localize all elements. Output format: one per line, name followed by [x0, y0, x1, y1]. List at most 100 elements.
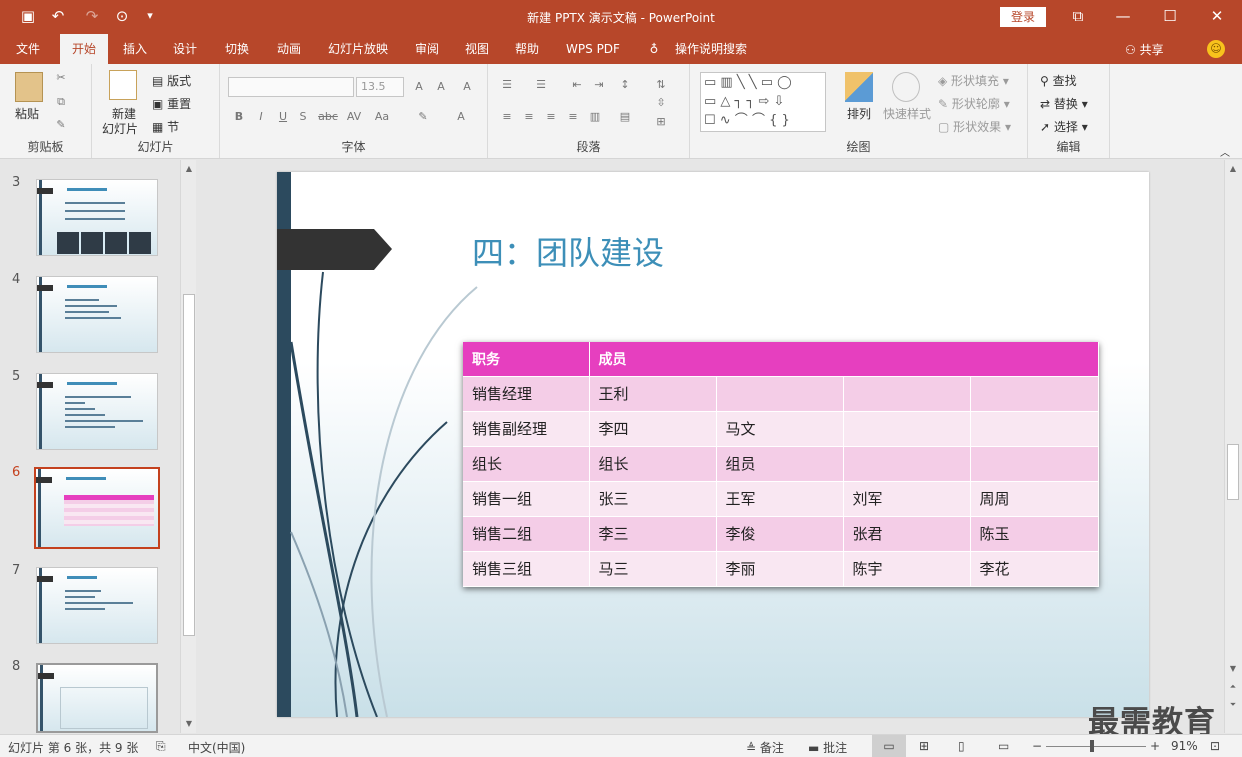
next-slide-icon[interactable]: ⏷ — [1226, 698, 1240, 712]
increase-indent-icon[interactable]: ⇥ — [592, 79, 606, 91]
tab-home[interactable]: 开始 — [60, 34, 108, 64]
copy-icon[interactable]: ⧉ — [54, 96, 68, 108]
new-slide-label-2[interactable]: 幻灯片 — [102, 120, 138, 137]
scroll-down-icon[interactable]: ▼ — [1226, 662, 1240, 676]
spellcheck-icon[interactable]: ⎘ — [156, 739, 166, 754]
scroll-up-icon[interactable]: ▲ — [182, 162, 196, 176]
align-left-icon[interactable]: ≡ — [500, 111, 514, 123]
paste-button[interactable]: 粘贴 — [15, 105, 39, 122]
scroll-up-icon[interactable]: ▲ — [1226, 162, 1240, 176]
tab-review[interactable]: 审阅 — [406, 34, 448, 64]
columns-icon[interactable]: ▤ — [618, 111, 632, 123]
table-cell[interactable]: 周周 — [970, 481, 1099, 517]
team-table[interactable]: 职务 成员 销售经理 王利 销售副经理 李四 马文 组长 组长 组员 销售一组 … — [463, 342, 1099, 587]
slide-thumbnail-6[interactable] — [34, 467, 160, 549]
tab-view[interactable]: 视图 — [456, 34, 498, 64]
tab-slideshow[interactable]: 幻灯片放映 — [320, 34, 396, 64]
reading-view-icon[interactable]: ▯ — [958, 739, 965, 753]
table-cell[interactable]: 陈玉 — [970, 516, 1099, 552]
font-color-icon[interactable]: A — [454, 111, 468, 123]
slide-thumbnail-7[interactable] — [36, 567, 158, 644]
table-cell[interactable] — [970, 376, 1099, 412]
reset-button[interactable]: ▣ 重置 — [152, 95, 191, 112]
table-cell[interactable] — [843, 376, 971, 412]
table-cell[interactable]: 销售副经理 — [463, 411, 590, 447]
table-cell[interactable]: 陈宇 — [843, 551, 971, 587]
quick-styles-button[interactable]: 快速样式 — [883, 105, 931, 122]
zoom-level[interactable]: 91% — [1171, 739, 1198, 753]
bullets-icon[interactable]: ☰ — [500, 79, 514, 91]
table-cell[interactable]: 张君 — [843, 516, 971, 552]
table-cell[interactable]: 马文 — [716, 411, 844, 447]
strikethrough-icon[interactable]: abc — [318, 111, 338, 123]
distribute-icon[interactable]: ▥ — [588, 111, 602, 123]
justify-icon[interactable]: ≡ — [566, 111, 580, 123]
align-right-icon[interactable]: ≡ — [544, 111, 558, 123]
grow-font-icon[interactable]: A — [412, 81, 426, 93]
table-cell[interactable] — [843, 446, 971, 482]
section-button[interactable]: ▦ 节 — [152, 118, 179, 135]
login-button[interactable]: 登录 — [1000, 7, 1046, 27]
scrollbar-thumb[interactable] — [1227, 444, 1239, 500]
shadow-icon[interactable]: S — [296, 111, 310, 123]
table-cell[interactable] — [970, 411, 1099, 447]
collapse-ribbon-icon[interactable]: ︿ — [1220, 144, 1230, 159]
ribbon-display-icon[interactable]: ⧉ — [1063, 6, 1093, 26]
table-cell[interactable]: 李花 — [970, 551, 1099, 587]
table-cell[interactable] — [970, 446, 1099, 482]
clear-format-icon[interactable]: A — [460, 81, 474, 93]
shape-outline-button[interactable]: ✎ 形状轮廓 ▾ — [938, 95, 1010, 112]
smartart-icon[interactable]: ⊞ — [654, 116, 668, 128]
slide-thumbnail-4[interactable] — [36, 276, 158, 353]
table-cell[interactable]: 组长 — [463, 446, 590, 482]
slide-canvas[interactable]: 四：团队建设 职务 成员 销售经理 王利 销售副经理 李四 马文 组长 组长 组… — [277, 172, 1149, 717]
table-cell[interactable]: 销售二组 — [463, 516, 590, 552]
select-button[interactable]: ➚ 选择 ▾ — [1040, 118, 1088, 135]
bold-icon[interactable]: B — [232, 111, 246, 123]
slide-scrollbar[interactable]: ▲ ▼ ⏶ ⏷ — [1224, 160, 1242, 733]
tab-transitions[interactable]: 切换 — [216, 34, 258, 64]
table-cell[interactable]: 李俊 — [716, 516, 844, 552]
change-case-icon[interactable]: Aa — [372, 111, 392, 123]
tab-design[interactable]: 设计 — [164, 34, 206, 64]
slide-title[interactable]: 四：团队建设 — [472, 228, 664, 274]
table-cell[interactable]: 李三 — [589, 516, 717, 552]
tab-insert[interactable]: 插入 — [114, 34, 156, 64]
text-direction-icon[interactable]: ⇅ — [654, 79, 668, 91]
numbering-icon[interactable]: ☰ — [534, 79, 548, 91]
tab-wps-pdf[interactable]: WPS PDF — [558, 34, 628, 64]
zoom-slider[interactable] — [1046, 746, 1146, 747]
close-icon[interactable]: ✕ — [1202, 6, 1232, 26]
align-text-icon[interactable]: ⇳ — [654, 97, 668, 109]
slide-thumbnail-5[interactable] — [36, 373, 158, 450]
maximize-icon[interactable]: ☐ — [1155, 6, 1185, 26]
highlight-icon[interactable]: ✎ — [416, 111, 430, 123]
share-button[interactable]: ⚇ 共享 — [1125, 41, 1164, 58]
paste-icon[interactable] — [15, 72, 43, 102]
minimize-icon[interactable]: — — [1108, 6, 1138, 26]
smiley-feedback-icon[interactable]: ☺ — [1207, 40, 1225, 58]
shrink-font-icon[interactable]: A — [434, 81, 448, 93]
shape-effects-button[interactable]: ▢ 形状效果 ▾ — [938, 118, 1011, 135]
slide-thumbnail-8[interactable] — [36, 663, 158, 733]
arrange-button[interactable]: 排列 — [847, 105, 871, 122]
align-center-icon[interactable]: ≡ — [522, 111, 536, 123]
shape-fill-button[interactable]: ◈ 形状填充 ▾ — [938, 72, 1009, 89]
new-slide-icon[interactable] — [109, 70, 137, 100]
table-cell[interactable]: 马三 — [589, 551, 717, 587]
language-indicator[interactable]: 中文(中国) — [188, 739, 245, 756]
slide-sorter-icon[interactable]: ⊞ — [919, 739, 929, 753]
zoom-slider-knob[interactable] — [1090, 740, 1094, 752]
cut-icon[interactable]: ✂ — [54, 72, 68, 84]
lightbulb-icon[interactable]: ♁ — [646, 34, 662, 64]
char-spacing-icon[interactable]: AV — [344, 111, 364, 123]
format-painter-icon[interactable]: ✎ — [54, 119, 68, 131]
table-cell[interactable]: 李四 — [589, 411, 717, 447]
find-button[interactable]: ⚲ 查找 — [1040, 72, 1077, 89]
tell-me-search[interactable]: 操作说明搜索 — [670, 34, 752, 64]
decrease-indent-icon[interactable]: ⇤ — [570, 79, 584, 91]
layout-button[interactable]: ▤ 版式 — [152, 72, 191, 89]
table-cell[interactable] — [843, 411, 971, 447]
prev-slide-icon[interactable]: ⏶ — [1226, 680, 1240, 694]
table-cell[interactable]: 销售一组 — [463, 481, 590, 517]
